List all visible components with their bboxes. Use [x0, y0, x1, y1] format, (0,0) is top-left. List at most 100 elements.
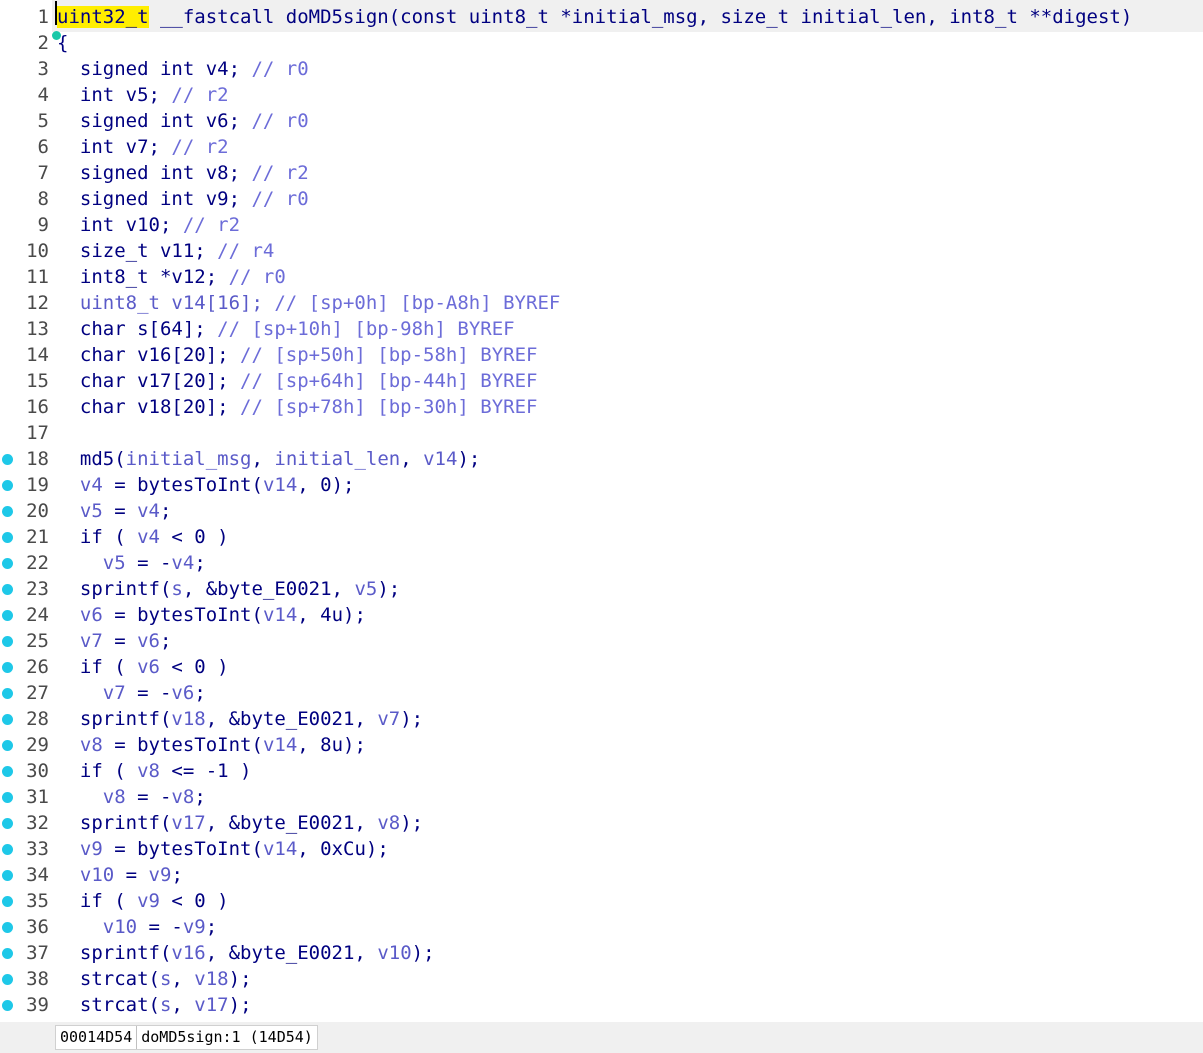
code-variable[interactable]: v4	[137, 526, 160, 548]
code-token[interactable]: );	[229, 994, 252, 1016]
code-token[interactable]: );	[457, 448, 480, 470]
code-variable[interactable]: initial_msg	[126, 448, 252, 470]
code-token[interactable]: ;	[194, 786, 205, 808]
code-token[interactable]	[57, 552, 103, 574]
code-token[interactable]: );	[400, 812, 423, 834]
code-comment[interactable]: // [sp+0h] [bp-A8h] BYREF	[274, 292, 560, 314]
code-token[interactable]: , 0);	[297, 474, 354, 496]
code-token[interactable]	[57, 734, 80, 756]
code-text[interactable]: if ( v4 < 0 )	[57, 524, 229, 550]
code-token[interactable]: sprintf(	[57, 942, 172, 964]
code-comment[interactable]: // [sp+78h] [bp-30h] BYREF	[240, 396, 537, 418]
code-text[interactable]: signed int v9; // r0	[57, 186, 309, 212]
code-text[interactable]: int v5; // r2	[57, 82, 229, 108]
code-token[interactable]: , 0xCu);	[297, 838, 389, 860]
code-text[interactable]: uint8_t v14[16]; // [sp+0h] [bp-A8h] BYR…	[57, 290, 560, 316]
code-token[interactable]: sprintf(	[57, 812, 172, 834]
code-comment[interactable]: // r2	[251, 162, 308, 184]
code-line[interactable]: 23 sprintf(s, &byte_E0021, v5);	[0, 576, 1203, 602]
code-line[interactable]: 2{	[0, 30, 1203, 56]
code-text[interactable]: v4 = bytesToInt(v14, 0);	[57, 472, 355, 498]
code-line[interactable]: 34 v10 = v9;	[0, 862, 1203, 888]
code-text[interactable]: strcat(s, v18);	[57, 966, 252, 992]
code-variable[interactable]: initial_len	[274, 448, 400, 470]
code-line[interactable]: 25 v7 = v6;	[0, 628, 1203, 654]
code-token[interactable]: ,	[171, 968, 194, 990]
code-line[interactable]: 16 char v18[20]; // [sp+78h] [bp-30h] BY…	[0, 394, 1203, 420]
code-token[interactable]: if (	[57, 526, 137, 548]
code-line[interactable]: 30 if ( v8 <= -1 )	[0, 758, 1203, 784]
code-token[interactable]: char v17[20];	[57, 370, 240, 392]
code-line[interactable]: 1 uint32_t __fastcall doMD5sign(const uin…	[0, 4, 1203, 30]
code-text[interactable]: char v16[20]; // [sp+50h] [bp-58h] BYREF	[57, 342, 538, 368]
code-text[interactable]: sprintf(s, &byte_E0021, v5);	[57, 576, 400, 602]
code-comment[interactable]: // r0	[251, 110, 308, 132]
code-token[interactable]	[57, 474, 80, 496]
code-token[interactable]: );	[229, 968, 252, 990]
code-text[interactable]: v6 = bytesToInt(v14, 4u);	[57, 602, 366, 628]
code-text[interactable]: strcat(s, v17);	[57, 992, 252, 1018]
code-token[interactable]: );	[400, 708, 423, 730]
code-text[interactable]: if ( v8 <= -1 )	[57, 758, 252, 784]
code-token[interactable]: signed int v4;	[57, 58, 251, 80]
code-text[interactable]: if ( v9 < 0 )	[57, 888, 229, 914]
code-token[interactable]: if (	[57, 890, 137, 912]
code-token[interactable]: char s[64];	[57, 318, 217, 340]
code-text[interactable]: signed int v6; // r0	[57, 108, 309, 134]
code-variable[interactable]: s	[160, 968, 171, 990]
code-token[interactable]: = bytesToInt(	[103, 474, 263, 496]
code-token[interactable]: < 0 )	[160, 890, 228, 912]
code-text[interactable]: v7 = -v6;	[57, 680, 206, 706]
code-token[interactable]: ;	[194, 552, 205, 574]
code-text[interactable]: v8 = bytesToInt(v14, 8u);	[57, 732, 366, 758]
code-variable[interactable]: v4	[137, 500, 160, 522]
code-variable[interactable]: v9	[80, 838, 103, 860]
code-text[interactable]: signed int v4; // r0	[57, 56, 309, 82]
code-variable[interactable]: v8	[103, 786, 126, 808]
code-token[interactable]: signed int v9;	[57, 188, 251, 210]
code-text[interactable]: sprintf(v18, &byte_E0021, v7);	[57, 706, 423, 732]
code-variable[interactable]: v7	[377, 708, 400, 730]
code-variable[interactable]: v9	[183, 916, 206, 938]
code-variable[interactable]: v18	[194, 968, 228, 990]
code-line[interactable]: 22 v5 = -v4;	[0, 550, 1203, 576]
code-variable[interactable]: v16	[171, 942, 205, 964]
code-variable[interactable]: v14	[263, 474, 297, 496]
code-text[interactable]: int8_t *v12; // r0	[57, 264, 286, 290]
code-variable[interactable]: v4	[80, 474, 103, 496]
code-line[interactable]: 18 md5(initial_msg, initial_len, v14);	[0, 446, 1203, 472]
code-variable[interactable]: v9	[137, 890, 160, 912]
code-line[interactable]: 17	[0, 420, 1203, 446]
code-token[interactable]: ;	[160, 630, 171, 652]
code-token[interactable]: ,	[171, 994, 194, 1016]
code-line[interactable]: 39 strcat(s, v17);	[0, 992, 1203, 1018]
code-variable[interactable]: v6	[171, 682, 194, 704]
code-variable[interactable]: v8	[171, 786, 194, 808]
code-text[interactable]: char v17[20]; // [sp+64h] [bp-44h] BYREF	[57, 368, 538, 394]
code-text[interactable]: char s[64]; // [sp+10h] [bp-98h] BYREF	[57, 316, 515, 342]
code-token[interactable]: if (	[57, 656, 137, 678]
code-text[interactable]: size_t v11; // r4	[57, 238, 274, 264]
code-text[interactable]: v5 = v4;	[57, 498, 172, 524]
code-token[interactable]	[57, 786, 103, 808]
code-token[interactable]: char v18[20];	[57, 396, 240, 418]
code-token[interactable]	[57, 500, 80, 522]
code-line[interactable]: 11 int8_t *v12; // r0	[0, 264, 1203, 290]
code-line[interactable]: 24 v6 = bytesToInt(v14, 4u);	[0, 602, 1203, 628]
code-comment[interactable]: // r2	[183, 214, 240, 236]
code-line[interactable]: 38 strcat(s, v18);	[0, 966, 1203, 992]
code-text[interactable]: uint32_t __fastcall doMD5sign(const uint…	[57, 4, 1132, 30]
code-variable[interactable]: v7	[103, 682, 126, 704]
code-token[interactable]	[57, 604, 80, 626]
code-line[interactable]: 4 int v5; // r2	[0, 82, 1203, 108]
code-token[interactable]: );	[412, 942, 435, 964]
code-text[interactable]: v7 = v6;	[57, 628, 172, 654]
code-token[interactable]: = -	[137, 916, 183, 938]
code-text[interactable]: int v10; // r2	[57, 212, 240, 238]
code-token[interactable]: __fastcall doMD5sign(const uint8_t *init…	[149, 6, 1132, 28]
code-token[interactable]: = -	[126, 786, 171, 808]
code-variable[interactable]: v6	[80, 604, 103, 626]
code-token[interactable]: size_t v11;	[57, 240, 217, 262]
code-token[interactable]: , &byte_E0021,	[206, 708, 378, 730]
code-text[interactable]: sprintf(v16, &byte_E0021, v10);	[57, 940, 435, 966]
